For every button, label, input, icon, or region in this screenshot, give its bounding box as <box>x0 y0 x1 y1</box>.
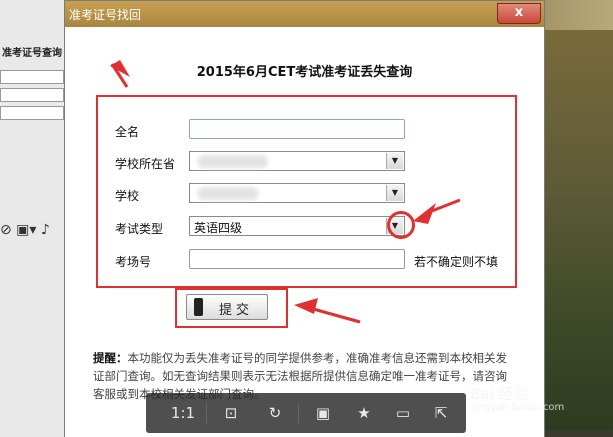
zoom-actual-size-button[interactable]: 1:1 <box>168 401 198 425</box>
annotation-arrows <box>110 60 461 324</box>
fit-window-icon: ⊡ <box>224 404 238 422</box>
save-button[interactable]: ▣ <box>310 401 336 425</box>
arrow-icon <box>305 305 361 324</box>
rotate-button[interactable]: ↻ <box>262 401 288 425</box>
star-icon: ★ <box>357 404 371 422</box>
screen-button[interactable]: ▭ <box>390 401 416 425</box>
toolbar-divider <box>206 403 207 423</box>
favorite-button[interactable]: ★ <box>351 401 377 425</box>
zoom-label: 1:1 <box>170 404 196 422</box>
arrow-icon <box>423 198 461 216</box>
rotate-icon: ↻ <box>268 404 282 422</box>
image-viewer-toolbar: 1:1 ⊡ ↻ ▣ ★ ▭ ⇱ <box>146 393 466 433</box>
monitor-icon: ▭ <box>395 404 411 422</box>
toolbar-divider <box>298 403 299 423</box>
fit-window-button[interactable]: ⊡ <box>218 401 244 425</box>
arrow-icon <box>294 298 318 314</box>
share-icon: ⇱ <box>434 404 448 422</box>
watermark-url: jingyan.baidu.com <box>472 402 565 413</box>
watermark: Bai 经验 <box>470 385 529 403</box>
share-button[interactable]: ⇱ <box>428 401 454 425</box>
save-icon: ▣ <box>315 404 331 422</box>
